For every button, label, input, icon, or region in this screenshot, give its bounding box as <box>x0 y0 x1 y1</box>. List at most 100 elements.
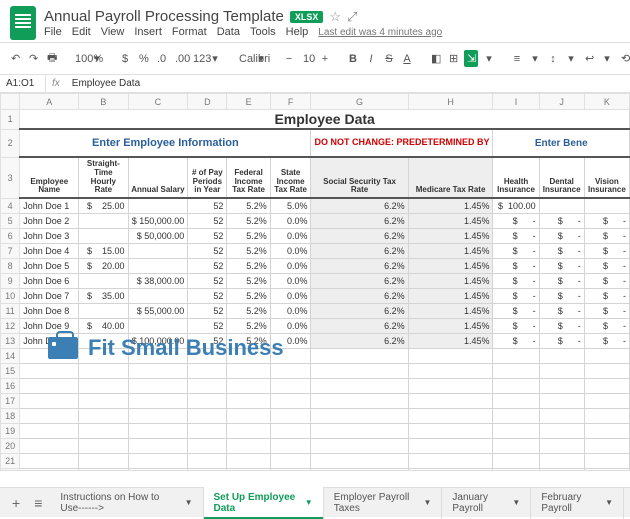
cell[interactable]: $ - <box>539 258 584 273</box>
font-select[interactable]: Calibri <box>236 51 250 67</box>
cell[interactable] <box>20 468 79 471</box>
italic-icon[interactable]: I <box>364 51 378 67</box>
cell[interactable] <box>270 453 311 468</box>
cell[interactable]: $ - <box>584 333 629 348</box>
sheet-tab[interactable]: January Payroll▼ <box>442 487 531 519</box>
row-header[interactable]: 9 <box>1 273 20 288</box>
sheet-tab[interactable]: February Payroll▼ <box>531 487 624 519</box>
sheet-tab[interactable]: Instructions on How to Use------>▼ <box>50 487 203 519</box>
cell[interactable]: 6.2% <box>311 258 408 273</box>
sheets-icon[interactable] <box>10 6 36 40</box>
cell[interactable] <box>188 468 227 471</box>
cell[interactable] <box>408 348 493 363</box>
cell[interactable] <box>79 378 128 393</box>
move-icon[interactable]: ⤢ <box>347 9 357 25</box>
cell[interactable] <box>79 348 128 363</box>
cell[interactable] <box>188 393 227 408</box>
cell[interactable] <box>227 378 270 393</box>
cell[interactable] <box>227 423 270 438</box>
col-header[interactable]: F <box>270 94 311 110</box>
cell[interactable] <box>311 378 408 393</box>
cell[interactable]: 52 <box>188 243 227 258</box>
cell[interactable]: 0.0% <box>270 303 311 318</box>
sheet-tab[interactable]: Employer Payroll Taxes▼ <box>324 487 443 519</box>
size-inc-icon[interactable]: + <box>318 51 332 67</box>
cell[interactable]: $ - <box>493 318 539 333</box>
cell[interactable] <box>493 363 539 378</box>
cell[interactable] <box>311 453 408 468</box>
cell[interactable]: 1.45% <box>408 318 493 333</box>
cell[interactable]: 6.2% <box>311 318 408 333</box>
cell[interactable] <box>79 453 128 468</box>
dec-more-icon[interactable]: .00 <box>172 51 186 67</box>
cell[interactable] <box>20 408 79 423</box>
cell[interactable]: $ - <box>539 243 584 258</box>
cell[interactable] <box>227 363 270 378</box>
cell[interactable] <box>584 363 629 378</box>
cell[interactable]: 6.2% <box>311 273 408 288</box>
col-header[interactable]: K <box>584 94 629 110</box>
cell[interactable] <box>128 348 188 363</box>
cell[interactable]: $ 100.00 <box>493 198 539 213</box>
cell[interactable] <box>188 438 227 453</box>
sheet-tab[interactable]: Set Up Employee Data▼ <box>204 487 324 519</box>
row-header[interactable]: 5 <box>1 213 20 228</box>
fill-icon[interactable]: ◧ <box>428 50 442 67</box>
row-header[interactable]: 7 <box>1 243 20 258</box>
cell[interactable] <box>270 438 311 453</box>
cell[interactable]: $ - <box>539 288 584 303</box>
cell[interactable]: 5.2% <box>227 288 270 303</box>
cell[interactable] <box>227 468 270 471</box>
cell[interactable] <box>408 393 493 408</box>
cell[interactable]: $ 150,000.00 <box>128 213 188 228</box>
column-header-cell[interactable]: Annual Salary <box>128 157 188 198</box>
cell[interactable] <box>128 243 188 258</box>
cell[interactable] <box>311 408 408 423</box>
cell[interactable] <box>408 408 493 423</box>
cell[interactable] <box>227 438 270 453</box>
cell[interactable] <box>128 408 188 423</box>
borders-icon[interactable]: ⊞ <box>446 50 460 67</box>
cell[interactable]: $ - <box>584 273 629 288</box>
cell[interactable]: John Doe 2 <box>20 213 79 228</box>
cell[interactable] <box>408 438 493 453</box>
cell[interactable] <box>584 198 629 213</box>
row-header[interactable]: 13 <box>1 333 20 348</box>
cell[interactable]: $ 50,000.00 <box>128 228 188 243</box>
menu-format[interactable]: Format <box>172 26 207 38</box>
chevron-down-icon[interactable]: ▼ <box>185 498 193 507</box>
cell[interactable]: $ - <box>539 213 584 228</box>
cell[interactable] <box>128 453 188 468</box>
cell[interactable] <box>79 408 128 423</box>
cell[interactable] <box>539 363 584 378</box>
row-header[interactable]: 17 <box>1 393 20 408</box>
cell[interactable]: $ - <box>493 243 539 258</box>
row-header[interactable]: 15 <box>1 363 20 378</box>
cell[interactable] <box>311 468 408 471</box>
cell[interactable]: John Doe 8 <box>20 303 79 318</box>
add-sheet-icon[interactable]: + <box>6 491 26 515</box>
column-header-cell[interactable]: Health Insurance <box>493 157 539 198</box>
zoom-select[interactable]: 100% <box>72 51 86 67</box>
cell[interactable] <box>493 393 539 408</box>
format-select[interactable]: 123 <box>190 51 204 67</box>
formula-input[interactable]: Employee Data <box>66 75 146 92</box>
cell[interactable]: $ - <box>584 258 629 273</box>
column-header-cell[interactable]: State Income Tax Rate <box>270 157 311 198</box>
col-header[interactable]: G <box>311 94 408 110</box>
cell[interactable] <box>79 393 128 408</box>
cell[interactable]: 5.2% <box>227 318 270 333</box>
valign-icon[interactable]: ↕ <box>546 51 560 67</box>
cell[interactable] <box>584 348 629 363</box>
redo-icon[interactable]: ↷ <box>26 50 40 67</box>
cell[interactable]: 52 <box>188 258 227 273</box>
cell[interactable] <box>188 363 227 378</box>
cell[interactable]: 5.2% <box>227 198 270 213</box>
cell[interactable] <box>408 453 493 468</box>
cell[interactable] <box>227 393 270 408</box>
cell[interactable]: $ - <box>493 303 539 318</box>
cell[interactable]: 6.2% <box>311 303 408 318</box>
cell[interactable] <box>79 303 128 318</box>
cell[interactable] <box>584 408 629 423</box>
cell[interactable]: John Doe 7 <box>20 288 79 303</box>
